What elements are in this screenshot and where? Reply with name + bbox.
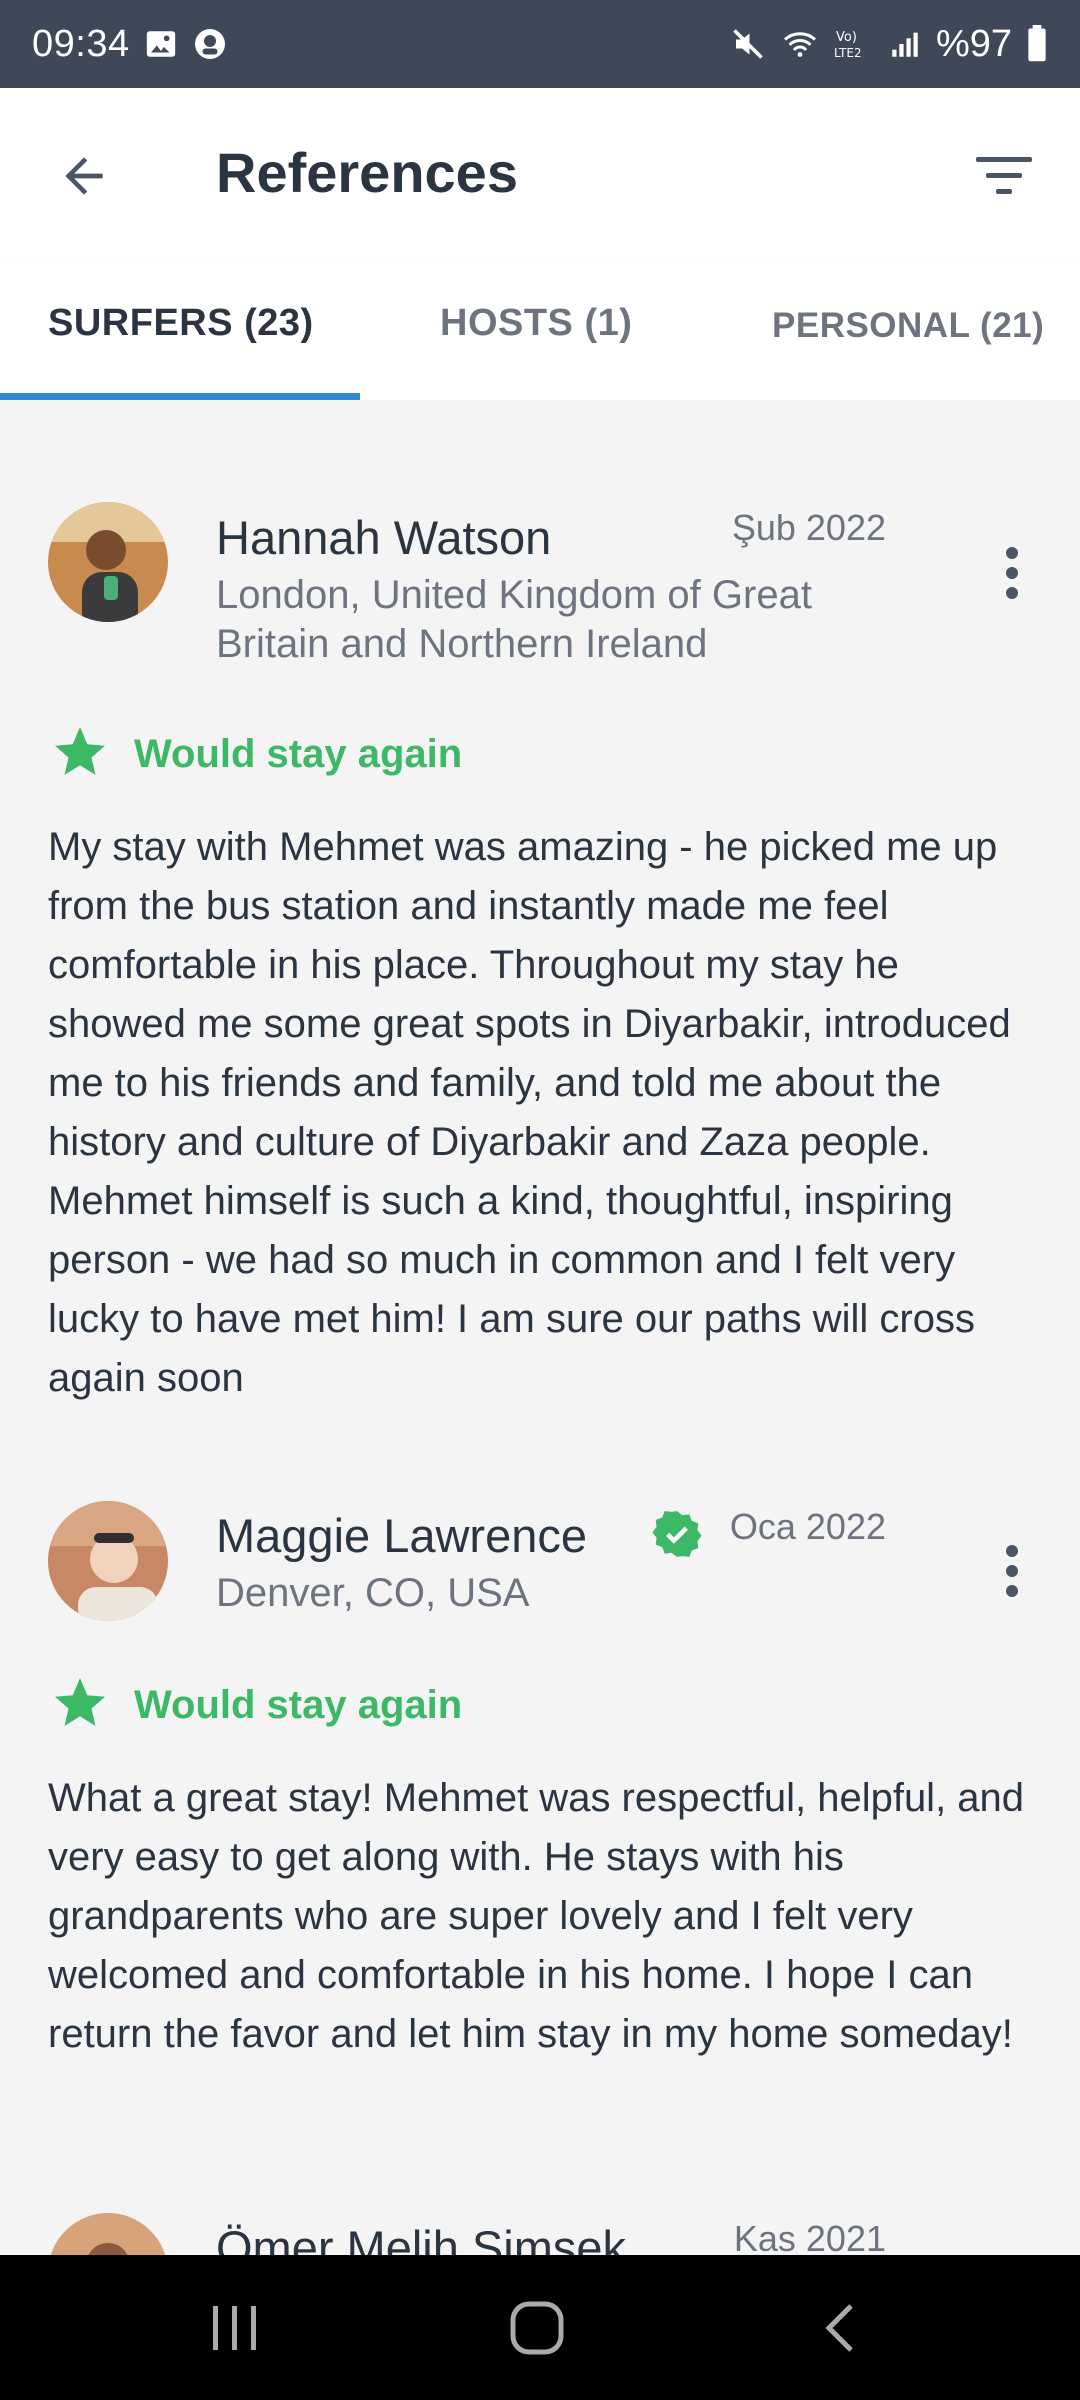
reference-author-location: London, United Kingdom of Great Britain … <box>216 573 812 666</box>
reference-date: Oca 2022 <box>729 1506 886 1547</box>
home-icon <box>507 2298 567 2363</box>
reference-author-name[interactable]: Ömer Melih Şimşek <box>216 2220 626 2255</box>
reference-author-name[interactable]: Maggie Lawrence <box>216 1508 587 1563</box>
verified-icon <box>652 1509 702 1559</box>
recommendation-label: Would stay again <box>134 732 463 776</box>
recommendation-row: Would stay again <box>48 722 462 787</box>
reference-date: Kas 2021 <box>733 2218 886 2255</box>
volte-icon: Vo) LTE2 <box>834 26 874 62</box>
star-icon <box>48 722 112 787</box>
reference-text: My stay with Mehmet was amazing - he pic… <box>48 825 1011 1400</box>
page-title: References <box>216 141 518 204</box>
recent-apps-button[interactable] <box>195 2295 275 2365</box>
more-vert-icon <box>1004 545 1020 606</box>
references-list[interactable]: Hannah Watson Şub 2022 London, United Ki… <box>0 400 1080 2255</box>
back-button[interactable] <box>48 142 120 214</box>
avatar[interactable] <box>48 1501 168 1621</box>
reference-date: Şub 2022 <box>731 507 886 548</box>
active-tab-indicator <box>0 393 360 400</box>
mute-icon <box>730 26 766 62</box>
system-nav-bar <box>0 2255 1080 2400</box>
battery-percent: %97 <box>935 22 1012 65</box>
back-nav-button[interactable] <box>800 2295 880 2365</box>
tab-personal[interactable]: PERSONAL (21) <box>772 306 1044 346</box>
recommendation-label: Would stay again <box>134 1683 463 1727</box>
signal-icon <box>888 27 922 61</box>
reference-author-location: Denver, CO, USA <box>216 1571 530 1615</box>
avatar[interactable] <box>48 2213 168 2255</box>
filter-icon <box>974 153 1034 204</box>
status-bar: 09:34 Vo) LTE2 %97 <box>0 0 1080 88</box>
more-options-button[interactable] <box>980 1528 1044 1618</box>
wifi-icon <box>780 26 820 62</box>
more-vert-icon <box>1004 1543 1020 1604</box>
chevron-left-icon <box>815 2300 865 2361</box>
app-bar: References <box>0 88 1080 260</box>
battery-icon <box>1026 25 1048 63</box>
star-icon <box>48 1673 112 1738</box>
svg-text:Vo): Vo) <box>836 30 857 45</box>
filter-button[interactable] <box>964 142 1044 214</box>
image-icon <box>144 27 178 61</box>
tab-hosts[interactable]: HOSTS (1) <box>440 302 632 345</box>
more-options-button[interactable] <box>980 530 1044 620</box>
vpn-icon <box>192 26 228 62</box>
arrow-left-icon <box>56 148 112 209</box>
tab-bar: SURFERS (23) HOSTS (1) PERSONAL (21) <box>0 260 1080 400</box>
recommendation-row: Would stay again <box>48 1673 462 1738</box>
reference-author-name[interactable]: Hannah Watson <box>216 510 551 565</box>
svg-text:LTE2: LTE2 <box>834 46 862 60</box>
status-time: 09:34 <box>32 22 130 65</box>
reference-text: What a great stay! Mehmet was respectful… <box>48 1776 1025 2056</box>
tab-surfers[interactable]: SURFERS (23) <box>48 302 314 345</box>
home-button[interactable] <box>497 2295 577 2365</box>
avatar[interactable] <box>48 502 168 622</box>
recent-apps-icon <box>207 2300 263 2361</box>
